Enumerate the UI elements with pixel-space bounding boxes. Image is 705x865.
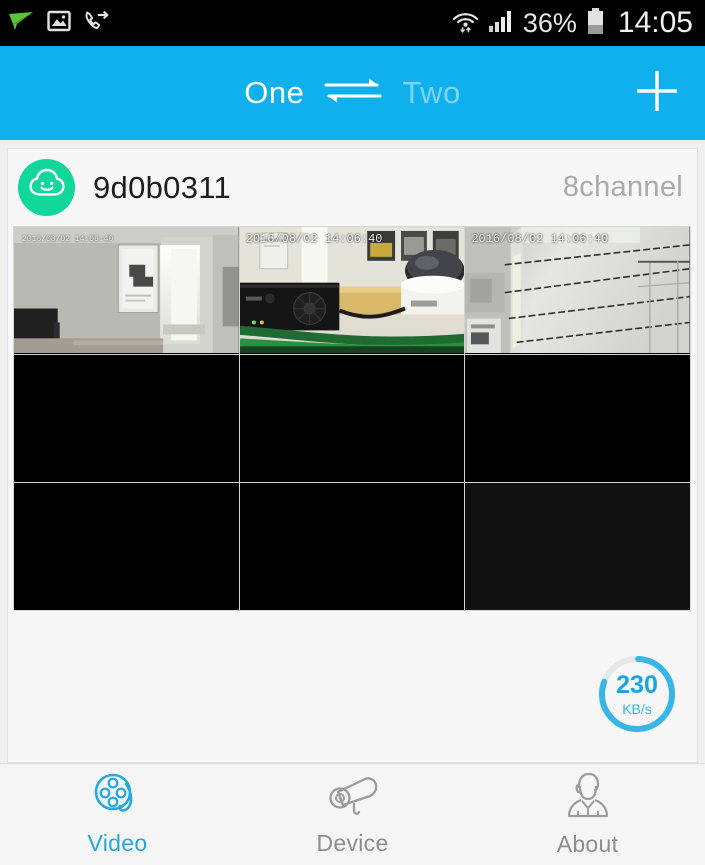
app-root: 36% 14:05 One Two 9d0b0311 8channel 2016…: [0, 0, 705, 865]
video-cell-2[interactable]: 2016/08/02 14:06:40: [239, 227, 465, 354]
plus-icon: [632, 66, 682, 121]
video-cell-1[interactable]: 2016/08/02 14:06:40: [14, 227, 239, 354]
cloud-smiley-icon: [27, 166, 67, 209]
bandwidth-gauge: 230 KB/s: [595, 652, 679, 736]
tab-device[interactable]: Device: [235, 764, 470, 865]
app-header: One Two: [0, 46, 705, 140]
tab-device-label: Device: [316, 830, 389, 856]
video-grid: 2016/08/02 14:06:40 2016/08/02 14:06:40 …: [13, 226, 691, 611]
cellular-signal-icon: [488, 9, 514, 38]
tab-about-label: About: [556, 831, 619, 857]
video-cell-5[interactable]: [239, 355, 465, 482]
device-name-label: 9d0b0311: [93, 169, 232, 205]
status-bar: 36% 14:05: [0, 0, 705, 46]
status-bar-left-icons: [8, 9, 110, 38]
film-reel-icon: [92, 772, 144, 823]
tab-video-label: Video: [87, 830, 148, 856]
video-cell-6[interactable]: [465, 355, 690, 482]
avatar: [18, 159, 75, 216]
cctv-camera-icon: [325, 772, 381, 823]
video-timestamp-1: 2016/08/02 14:06:40: [22, 235, 114, 244]
call-forward-icon: [84, 9, 110, 38]
video-cell-4[interactable]: [14, 355, 239, 482]
device-channel-count-label: 8channel: [562, 171, 683, 203]
person-bust-icon: [563, 771, 613, 824]
bandwidth-value: 230: [616, 670, 658, 699]
add-device-button[interactable]: [631, 67, 683, 119]
status-bar-clock: 14:05: [617, 6, 693, 39]
status-bar-right-icons: 36% 14:05: [452, 6, 693, 40]
battery-percent-label: 36%: [522, 7, 577, 38]
bandwidth-gauge-text: 230 KB/s: [595, 652, 679, 736]
video-cell-9[interactable]: [465, 483, 690, 610]
swap-arrows-icon[interactable]: [322, 74, 384, 113]
video-timestamp-3: 2016/08/02 14:06:40: [471, 232, 609, 246]
bandwidth-unit: KB/s: [622, 700, 652, 717]
tab-video[interactable]: Video: [0, 764, 235, 865]
wifi-icon: [452, 8, 479, 39]
device-header-row[interactable]: 9d0b0311 8channel: [8, 149, 697, 226]
video-timestamp-2: 2016/08/02 14:06:40: [245, 232, 383, 246]
device-card: 9d0b0311 8channel 2016/08/02 14:06:40 20…: [7, 148, 698, 763]
gallery-image-icon: [47, 9, 71, 38]
video-grid-wrapper: 2016/08/02 14:06:40 2016/08/02 14:06:40 …: [8, 226, 697, 611]
video-cell-7[interactable]: [14, 483, 239, 610]
tab-one-label[interactable]: One: [244, 75, 304, 111]
video-cell-3[interactable]: 2016/08/02 14:06:40: [465, 227, 690, 354]
tab-two-label[interactable]: Two: [402, 75, 460, 111]
paper-plane-icon: [8, 11, 34, 36]
stream-mode-switch[interactable]: One Two: [0, 74, 705, 113]
bottom-tab-bar: Video Device About: [0, 763, 705, 865]
tab-about[interactable]: About: [470, 764, 705, 865]
content-area: 9d0b0311 8channel 2016/08/02 14:06:40 20…: [0, 140, 705, 763]
video-cell-8[interactable]: [239, 483, 465, 610]
battery-icon: [586, 7, 605, 40]
